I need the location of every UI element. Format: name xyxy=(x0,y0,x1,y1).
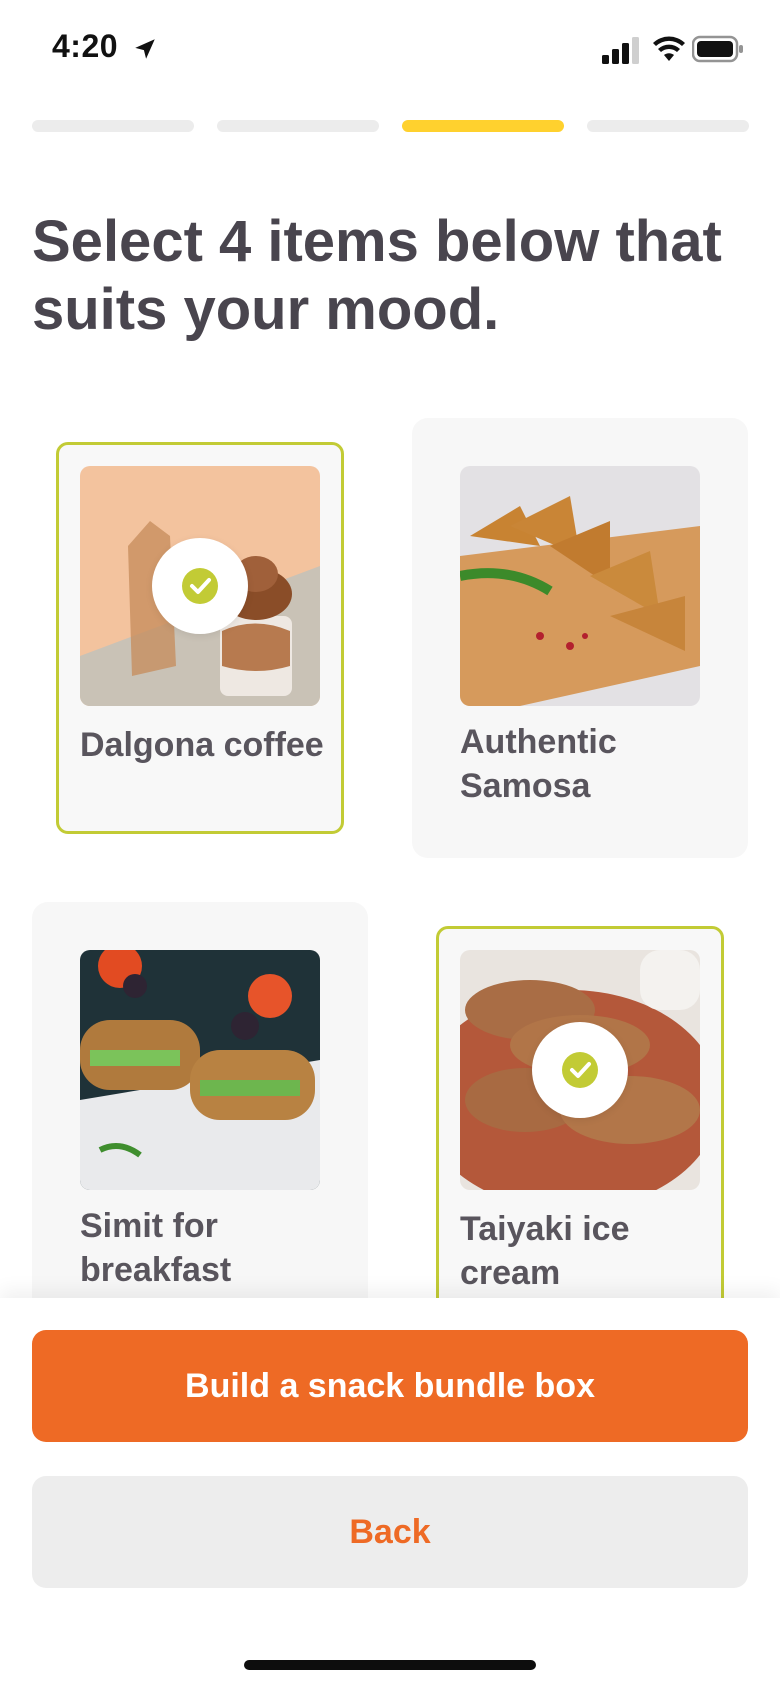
cellular-signal-icon xyxy=(602,37,639,64)
simit-image xyxy=(80,950,320,1190)
item-label: Authentic Samosa xyxy=(460,723,617,805)
build-snack-bundle-button[interactable]: Build a snack bundle box xyxy=(32,1330,748,1442)
item-label: Dalgona coffee xyxy=(80,726,324,764)
samosa-image xyxy=(460,466,700,706)
bottom-action-bar: Build a snack bundle box Back xyxy=(0,1298,780,1688)
item-label: Simit for breakfast xyxy=(80,1207,232,1289)
item-card-simit-for-breakfast[interactable]: Simit for breakfast xyxy=(32,902,368,1342)
battery-icon xyxy=(692,35,743,63)
item-label: Taiyaki ice cream xyxy=(460,1210,630,1292)
selected-check-badge xyxy=(152,538,248,634)
taiyaki-image xyxy=(460,950,700,1190)
step-progress xyxy=(32,120,749,132)
page-title: Select 4 items below that suits your moo… xyxy=(32,209,722,342)
checkmark-icon xyxy=(182,568,218,604)
item-card-dalgona-coffee[interactable]: Dalgona coffee xyxy=(56,442,344,834)
progress-step-1 xyxy=(32,120,194,132)
progress-step-4 xyxy=(587,120,749,132)
checkmark-icon xyxy=(562,1052,598,1088)
wifi-icon xyxy=(653,36,685,61)
location-arrow-icon xyxy=(135,39,155,59)
progress-step-2 xyxy=(217,120,379,132)
selected-check-badge xyxy=(532,1022,628,1118)
item-card-taiyaki-ice-cream[interactable]: Taiyaki ice cream xyxy=(436,926,724,1318)
progress-step-3 xyxy=(402,120,564,132)
item-card-authentic-samosa[interactable]: Authentic Samosa xyxy=(412,418,748,858)
status-time: 4:20 xyxy=(52,28,119,64)
home-indicator xyxy=(244,1660,536,1670)
dalgona-coffee-image xyxy=(80,466,320,706)
status-bar: 4:20 xyxy=(0,0,780,100)
back-button[interactable]: Back xyxy=(32,1476,748,1588)
